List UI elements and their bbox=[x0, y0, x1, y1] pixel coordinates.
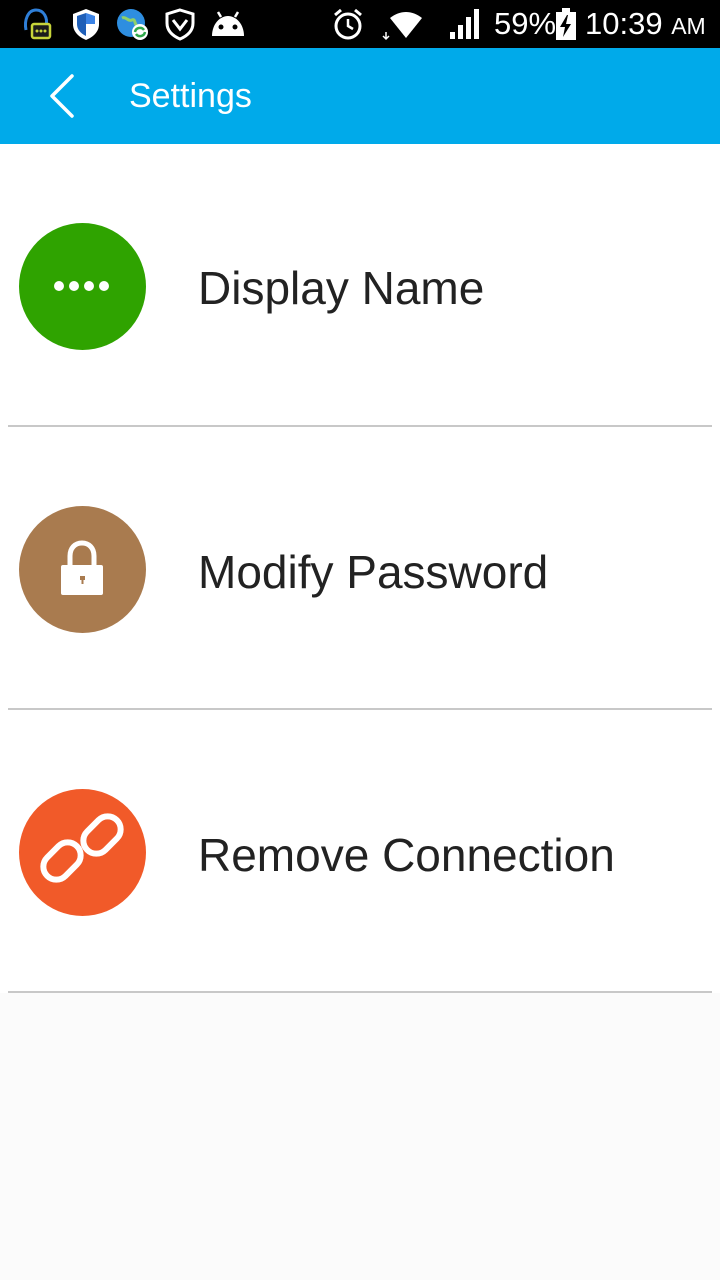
vpn-shield-icon bbox=[162, 6, 198, 42]
chat-bubble-icon bbox=[18, 6, 54, 42]
lock-icon bbox=[19, 506, 146, 633]
settings-item-label: Display Name bbox=[198, 262, 485, 314]
alarm-icon bbox=[330, 6, 366, 42]
status-bar: 59% 10:39 AM bbox=[0, 0, 720, 48]
globe-sync-icon bbox=[114, 6, 150, 42]
battery-percent: 59% bbox=[494, 6, 557, 41]
page-title: Settings bbox=[129, 77, 252, 115]
signal-icon bbox=[447, 6, 483, 42]
clock-ampm: AM bbox=[671, 13, 706, 39]
settings-item-label: Modify Password bbox=[198, 546, 549, 598]
shield-icon bbox=[68, 6, 104, 42]
settings-item-label: Remove Connection bbox=[198, 829, 615, 881]
dots-icon bbox=[19, 223, 146, 350]
clock: 10:39 AM bbox=[585, 6, 706, 42]
clock-time: 10:39 bbox=[585, 6, 663, 41]
link-icon bbox=[19, 789, 146, 916]
chevron-left-icon bbox=[36, 74, 92, 128]
settings-item-display-name[interactable]: Display Name bbox=[0, 144, 720, 427]
app-bar: Settings bbox=[0, 48, 720, 144]
android-icon bbox=[209, 6, 245, 42]
battery-charging-icon bbox=[554, 6, 578, 42]
back-button[interactable] bbox=[36, 68, 92, 124]
settings-item-remove-connection[interactable]: Remove Connection bbox=[0, 710, 720, 993]
settings-item-modify-password[interactable]: Modify Password bbox=[0, 427, 720, 710]
settings-list: Display Name Modify Password Remove Conn… bbox=[0, 144, 720, 993]
wifi-icon bbox=[382, 6, 426, 42]
divider bbox=[8, 991, 712, 993]
